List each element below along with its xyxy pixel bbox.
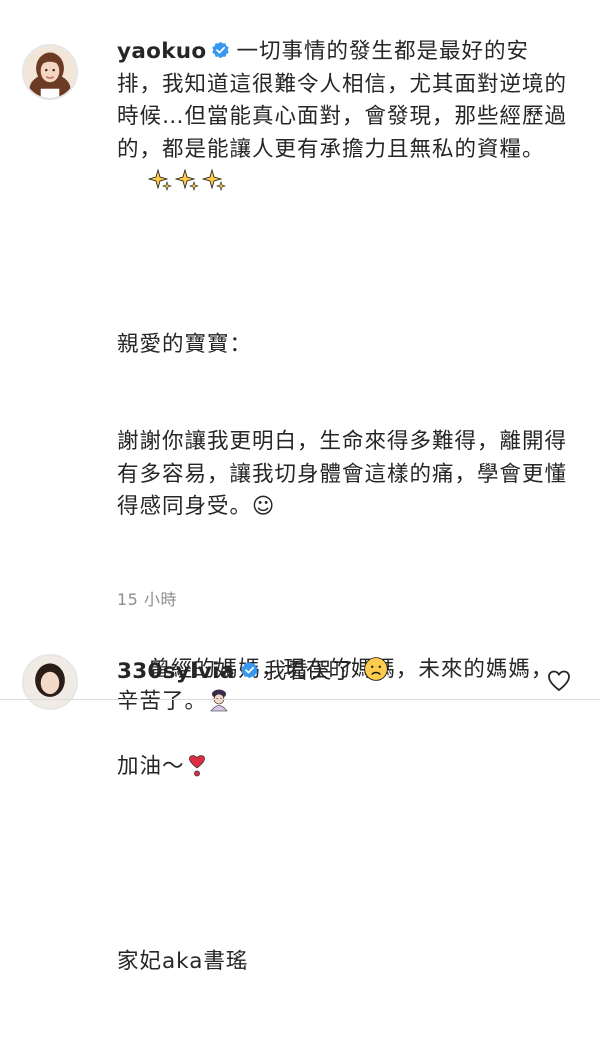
yaokuo-avatar[interactable]	[22, 44, 78, 100]
comment-text-thanks: 謝謝你讓我更明白，生命來得多難得，離開得有多容易，讓我切身體會這樣的痛，學會更懂…	[117, 429, 568, 519]
reply-text: 我看哭了	[264, 659, 355, 684]
comment-text-cheer: 加油～	[117, 754, 185, 779]
comment-text-greeting: 親愛的寶寶：	[117, 331, 253, 357]
sad-face-emoji	[363, 656, 389, 682]
comment-timestamp[interactable]: 15 小時	[117, 586, 177, 610]
comment-username[interactable]: yaokuo	[117, 39, 206, 64]
reply-username[interactable]: 330sylvia	[117, 659, 235, 684]
heart-exclamation-emoji	[185, 753, 209, 777]
verified-badge-icon	[211, 41, 230, 60]
330sylvia-avatar[interactable]	[22, 654, 78, 710]
sparkles-emoji	[202, 168, 227, 192]
comment-body: yaokuo 一切事情的發生都是最好的安排，我知道這很難令人相信，尤其面對逆境的時…	[117, 36, 569, 1044]
sparkles-emoji	[148, 168, 173, 192]
main-comment: yaokuo 一切事情的發生都是最好的安排，我知道這很難令人相信，尤其面對逆境的時…	[0, 0, 600, 974]
verified-badge-icon	[240, 661, 259, 680]
reply-comment: 330sylvia 我看哭了	[0, 652, 600, 710]
reply-body: 330sylvia 我看哭了	[117, 656, 392, 689]
comment-signature: 家妃aka書瑤	[117, 949, 249, 974]
sparkles-emoji	[175, 168, 200, 192]
like-heart-icon[interactable]	[546, 670, 572, 692]
